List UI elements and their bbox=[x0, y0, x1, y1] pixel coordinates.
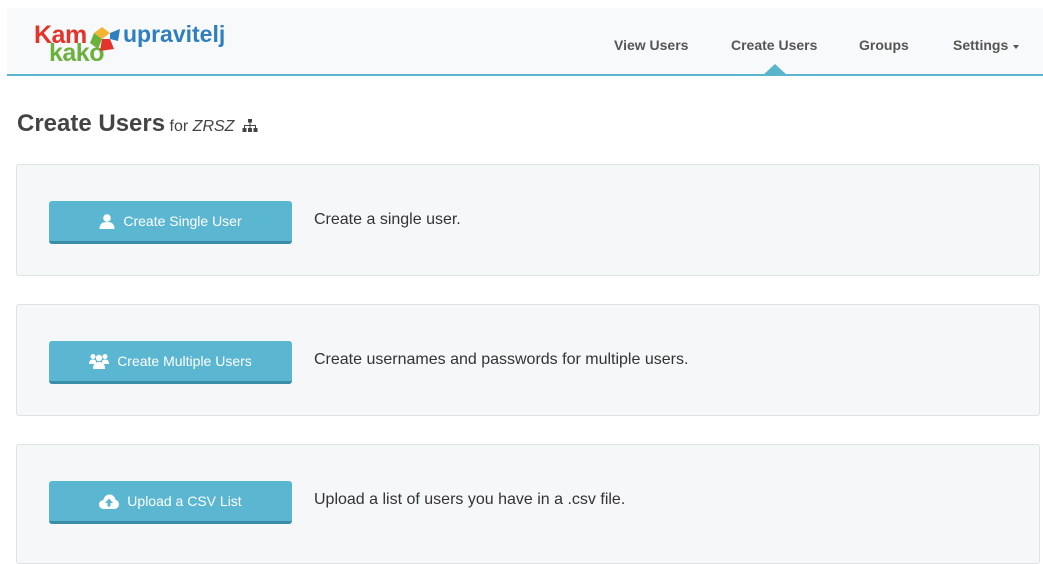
upload-csv-description: Upload a list of users you have in a .cs… bbox=[314, 491, 626, 508]
upload-csv-panel: Upload a CSV List Upload a list of users… bbox=[16, 444, 1040, 564]
top-navbar: Kam kako upravitelj View Users Create Us… bbox=[7, 8, 1043, 76]
nav-view-users[interactable]: View Users bbox=[614, 37, 688, 53]
brand-logo[interactable]: Kam kako upravitelj bbox=[34, 21, 264, 69]
page-title-text: Create Users bbox=[17, 110, 166, 137]
users-icon bbox=[89, 353, 110, 369]
create-single-user-label: Create Single User bbox=[123, 213, 242, 229]
create-single-user-button[interactable]: Create Single User bbox=[49, 201, 292, 244]
sitemap-icon[interactable] bbox=[242, 119, 258, 133]
active-tab-indicator bbox=[762, 64, 788, 76]
create-single-user-panel: Create Single User Create a single user. bbox=[16, 164, 1040, 276]
cloud-upload-icon bbox=[99, 494, 120, 509]
page-subtitle-for: for bbox=[169, 118, 189, 135]
logo-mark-icon bbox=[90, 27, 120, 51]
brand-name-text: upravitelj bbox=[123, 21, 226, 47]
nav-create-users[interactable]: Create Users bbox=[731, 37, 817, 53]
organization-name: ZRSZ bbox=[192, 118, 235, 135]
create-multiple-users-button[interactable]: Create Multiple Users bbox=[49, 341, 292, 384]
upload-csv-label: Upload a CSV List bbox=[127, 493, 242, 509]
caret-down-icon[interactable] bbox=[1013, 45, 1019, 49]
upload-csv-button[interactable]: Upload a CSV List bbox=[49, 481, 292, 524]
nav-settings[interactable]: Settings bbox=[953, 37, 1008, 53]
create-single-user-description: Create a single user. bbox=[314, 211, 461, 228]
user-icon bbox=[99, 213, 115, 229]
page-title: Create Users for ZRSZ bbox=[17, 110, 258, 138]
create-multiple-users-panel: Create Multiple Users Create usernames a… bbox=[16, 304, 1040, 416]
nav-groups[interactable]: Groups bbox=[859, 37, 909, 53]
create-multiple-users-description: Create usernames and passwords for multi… bbox=[314, 351, 689, 368]
create-multiple-users-label: Create Multiple Users bbox=[117, 353, 252, 369]
